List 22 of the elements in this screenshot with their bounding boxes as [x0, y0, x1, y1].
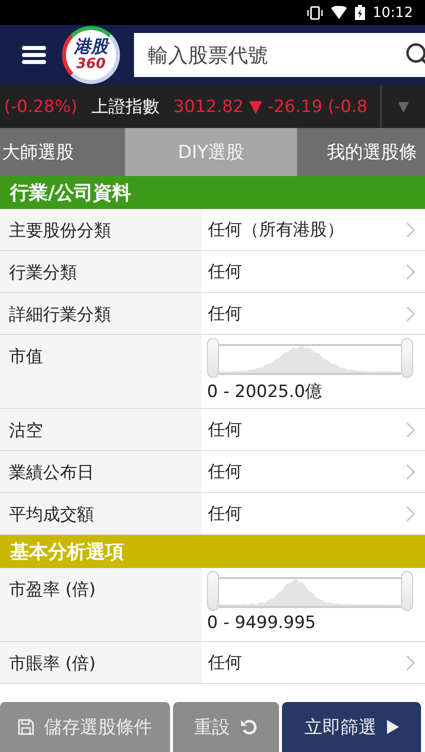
run-button[interactable]: 立即篩選 [282, 702, 421, 752]
ticker-text: 上證指數 [91, 96, 160, 118]
section-header: 行業/公司資料 [0, 176, 425, 209]
ticker-text: (-0.28%) [4, 96, 78, 116]
filter-label: 平均成交額 [0, 493, 202, 534]
ticker-text: 3012.82 ▼ -26.19 (-0.8 [173, 96, 368, 116]
filter-label: 詳細行業分類 [0, 293, 202, 334]
filter-label: 業績公布日 [0, 451, 202, 492]
filter-label: 市值 [0, 335, 202, 408]
filter-label: 市賬率 (倍) [0, 642, 202, 683]
filter-label: 市盈率 (倍) [0, 568, 202, 641]
range-value: 0 - 20025.0億 [207, 381, 324, 403]
tab[interactable]: 我的選股條 [297, 128, 425, 176]
search-field[interactable]: 輸入股票代號 [134, 33, 425, 77]
filter-label: 沽空 [0, 409, 202, 450]
filter-label: 主要股份分類 [0, 209, 202, 250]
filter-label: 行業分類 [0, 251, 202, 292]
app-logo: 港股 360 [62, 26, 120, 84]
tab[interactable]: 大師選股 [0, 128, 125, 176]
range-value: 0 - 9499.995 [207, 613, 317, 633]
status-time: 10:12 [372, 4, 413, 20]
section-header: 基本分析選項 [0, 535, 425, 568]
